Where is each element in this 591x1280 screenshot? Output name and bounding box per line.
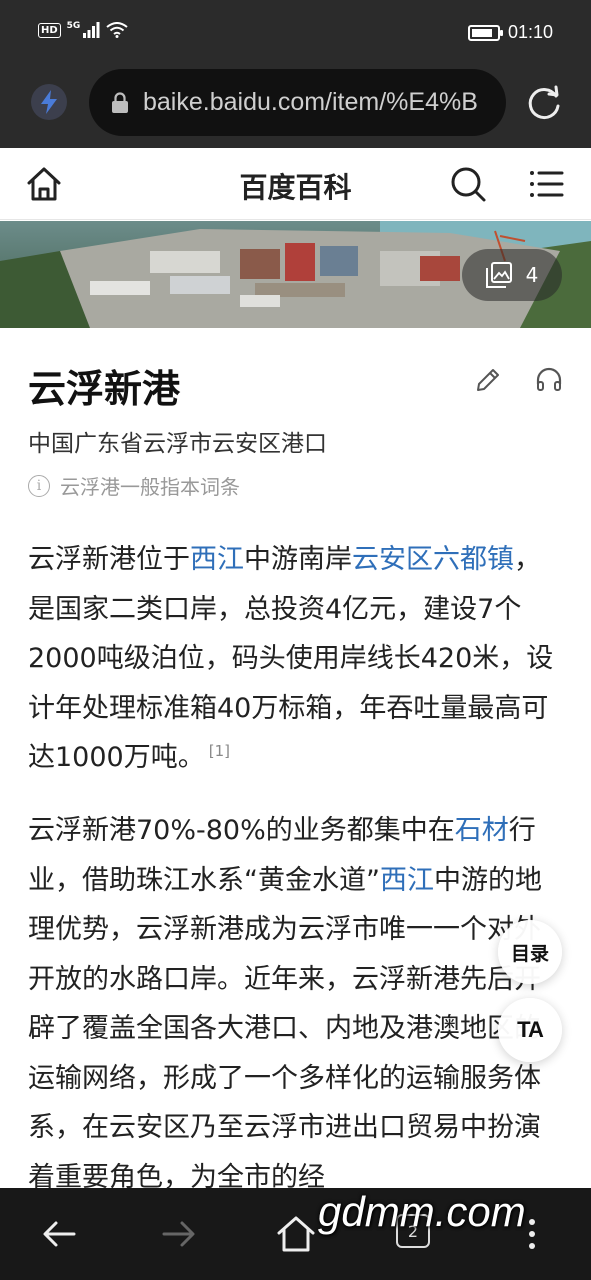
polysemy-note-text: 云浮港一般指本词条 bbox=[60, 475, 240, 499]
link-xijiang-2[interactable]: 西江 bbox=[380, 865, 434, 896]
home-nav-icon[interactable] bbox=[274, 1212, 318, 1256]
polysemy-note: i 云浮港一般指本词条 bbox=[28, 471, 240, 500]
info-icon: i bbox=[28, 474, 50, 497]
gallery-icon bbox=[485, 262, 512, 288]
status-left: HD 5G bbox=[38, 21, 128, 38]
paragraph-text: 云浮新港70%-80%的业务都集中在 bbox=[28, 815, 455, 846]
url-text[interactable]: baike.baidu.com/item/%E4%B bbox=[143, 88, 478, 117]
wifi-icon bbox=[106, 22, 128, 38]
lemma-description: 中国广东省云浮市云安区港口 bbox=[28, 431, 327, 457]
paragraph-text: 中游的地理优势，云浮新港成为云浮市唯一一个对外开放的水路口岸。近年来，云浮新港先… bbox=[28, 864, 542, 1193]
signal-icon bbox=[83, 22, 100, 38]
address-bar[interactable]: baike.baidu.com/item/%E4%B bbox=[89, 69, 506, 136]
link-stone[interactable]: 石材 bbox=[455, 815, 509, 846]
font-size-button[interactable]: TA bbox=[498, 998, 562, 1062]
status-bar: HD 5G 01:10 bbox=[0, 0, 591, 68]
toc-button[interactable]: 目录 bbox=[498, 920, 562, 984]
lightning-icon[interactable] bbox=[31, 84, 67, 120]
reload-icon[interactable] bbox=[525, 84, 563, 122]
paragraph-1: 云浮新港位于西江中游南岸云安区六都镇，是国家二类口岸，总投资4亿元，建设7个20… bbox=[28, 535, 563, 783]
link-yunan-liudu[interactable]: 云安区六都镇 bbox=[352, 544, 514, 575]
signal-label: 5G bbox=[66, 21, 81, 31]
status-right: 01:10 bbox=[467, 22, 553, 43]
paragraph-text: ，是国家二类口岸，总投资4亿元，建设7个2000吨级泊位，码头使用岸线长420米… bbox=[28, 544, 554, 773]
paragraph-text: 云浮新港位于 bbox=[28, 544, 190, 575]
watermark: gdmm.com bbox=[318, 1188, 526, 1235]
menu-icon[interactable] bbox=[526, 164, 566, 204]
lock-icon bbox=[112, 91, 128, 113]
back-arrow-icon[interactable] bbox=[38, 1212, 82, 1256]
site-title[interactable]: 百度百科 bbox=[0, 166, 591, 206]
album-count: 4 bbox=[525, 263, 539, 287]
battery-icon bbox=[467, 24, 503, 41]
paragraph-text: 中游南岸 bbox=[244, 544, 352, 575]
lemma-title: 云浮新港 bbox=[28, 367, 181, 411]
paragraph-2: 云浮新港70%-80%的业务都集中在石材行业，借助珠江水系“黄金水道”西江中游的… bbox=[28, 806, 563, 1202]
site-header: 百度百科 bbox=[0, 148, 591, 220]
browser-toolbar: baike.baidu.com/item/%E4%B bbox=[0, 68, 591, 148]
clock: 01:10 bbox=[507, 22, 553, 42]
hd-badge: HD bbox=[38, 22, 61, 38]
forward-arrow-icon[interactable] bbox=[156, 1212, 200, 1256]
search-icon[interactable] bbox=[448, 164, 488, 204]
edit-icon[interactable] bbox=[474, 366, 502, 394]
album-button[interactable]: 4 bbox=[462, 249, 562, 301]
reference-link[interactable]: [1] bbox=[209, 742, 230, 760]
headphones-icon[interactable] bbox=[535, 366, 563, 394]
link-xijiang[interactable]: 西江 bbox=[190, 544, 244, 575]
